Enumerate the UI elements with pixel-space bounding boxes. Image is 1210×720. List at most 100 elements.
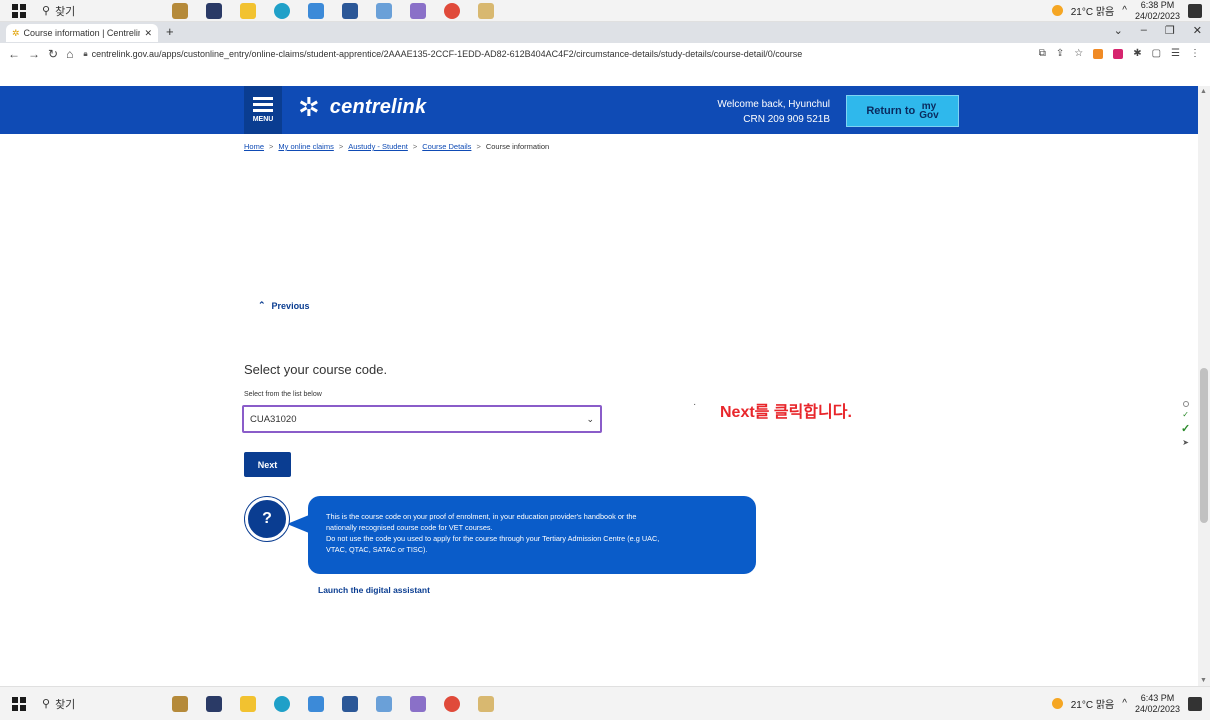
help-bubble: This is the course code on your proof of… — [308, 496, 756, 574]
launch-digital-assistant-link[interactable]: Launch the digital assistant — [318, 585, 430, 595]
clock[interactable]: 6:43 PM 24/02/2023 — [1135, 693, 1180, 715]
app-icon[interactable] — [376, 2, 392, 19]
task-view-icon[interactable] — [206, 695, 222, 712]
extension-icon[interactable] — [1113, 48, 1124, 59]
return-to-mygov-button[interactable]: Return to my Gov — [846, 95, 959, 127]
app-icon[interactable] — [410, 695, 426, 712]
hamburger-icon — [253, 97, 273, 112]
selected-value: CUA31020 — [250, 413, 297, 425]
breadcrumb-separator: > — [476, 142, 481, 151]
help-line: This is the course code on your proof of… — [326, 512, 637, 521]
help-bubble-tail — [287, 515, 309, 533]
extension-icons: ⧉ ⇪ ☆ ✱ ▢ ☰ ⋮ — [1039, 48, 1200, 59]
reload-icon[interactable]: ↻ — [48, 47, 58, 61]
file-explorer-icon[interactable] — [240, 2, 256, 19]
tray-chevron-icon[interactable]: ^ — [1122, 698, 1127, 709]
extensions-puzzle-icon[interactable]: ✱ — [1133, 48, 1141, 59]
home-icon[interactable]: ⌂ — [66, 47, 73, 61]
chrome-icon[interactable] — [444, 695, 460, 712]
settings-icon[interactable] — [308, 2, 324, 19]
back-icon[interactable]: ← — [8, 47, 20, 61]
help-line: nationally recognised course code for VE… — [326, 523, 493, 532]
app-icon[interactable] — [376, 695, 392, 712]
file-explorer-icon[interactable] — [240, 695, 256, 712]
windows-start-icon[interactable] — [12, 3, 26, 18]
edge-icon[interactable] — [274, 695, 290, 712]
menu-button[interactable]: MENU — [244, 86, 282, 134]
taskbar-search[interactable]: ⚲ 찾기 — [42, 3, 75, 19]
centrelink-favicon-icon: ✲ — [12, 27, 20, 38]
profile-icon[interactable]: ☰ — [1171, 48, 1180, 59]
circle-icon[interactable] — [1182, 401, 1189, 407]
close-tab-icon[interactable]: ✕ — [144, 28, 152, 39]
site-header: MENU ✲ centrelink Welcome back, Hyunchul… — [0, 86, 1198, 134]
weather-icon — [1051, 5, 1063, 16]
translate-icon[interactable]: ⧉ — [1039, 48, 1046, 59]
breadcrumb-my-online-claims[interactable]: My online claims — [278, 142, 333, 151]
browser-tab[interactable]: ✲ Course information | Centrelink ✕ — [6, 24, 158, 42]
restore-icon[interactable]: ❐ — [1165, 24, 1175, 37]
edge-icon[interactable] — [274, 2, 290, 19]
welcome-message: Welcome back, Hyunchul CRN 209 909 521B — [690, 97, 830, 127]
scroll-up-icon[interactable]: ▲ — [1200, 88, 1207, 95]
breadcrumb-current: Course information — [485, 142, 550, 151]
scroll-thumb[interactable] — [1200, 368, 1208, 523]
url-field[interactable]: 🔒︎ centrelink.gov.au/apps/custonline_ent… — [83, 49, 802, 59]
settings-icon[interactable] — [308, 695, 324, 712]
breadcrumb-home[interactable]: Home — [244, 142, 264, 151]
extension-icon[interactable] — [1093, 48, 1104, 59]
page-scrollbar[interactable]: ▲ ▼ — [1198, 86, 1210, 686]
browser-menu-icon[interactable]: ⋮ — [1190, 48, 1200, 59]
check-icon[interactable]: ✓ — [1182, 410, 1189, 419]
next-button[interactable]: Next — [244, 452, 291, 477]
centrelink-star-icon: ✲ — [298, 92, 320, 122]
logo-text: centrelink — [329, 95, 427, 118]
notification-icon[interactable] — [1188, 3, 1202, 18]
task-view-icon[interactable] — [206, 2, 222, 19]
weather-text: 21°C 맑음 — [1070, 700, 1115, 711]
close-window-icon[interactable]: ✕ — [1193, 24, 1202, 37]
scroll-down-icon[interactable]: ▼ — [1200, 677, 1207, 684]
taskbar-app-icon[interactable] — [172, 2, 188, 19]
share-icon[interactable]: ⇪ — [1056, 48, 1064, 59]
breadcrumb-separator: > — [269, 142, 274, 151]
course-code-select[interactable]: CUA31020 ⌄ — [242, 405, 602, 433]
new-tab-button[interactable]: + — [166, 24, 174, 39]
breadcrumb-course-details[interactable]: Course Details — [422, 142, 471, 151]
crn-number: CRN 209 909 521B — [743, 114, 830, 125]
question-heading: Select your course code. — [244, 362, 388, 377]
system-tray: 21°C 맑음 ^ 6:38 PM 24/02/2023 — [1051, 0, 1202, 22]
bookmark-star-icon[interactable]: ☆ — [1074, 48, 1083, 59]
tab-search-icon[interactable]: ⌄ — [1114, 24, 1123, 37]
taskbar-app-icon[interactable] — [172, 695, 188, 712]
mygov-bottom: Gov — [919, 110, 939, 121]
side-panel-icon[interactable]: ▢ — [1152, 48, 1161, 59]
chrome-icon[interactable] — [444, 2, 460, 19]
taskbar-search-label: 찾기 — [55, 698, 76, 711]
mygov-logo: my Gov — [919, 102, 939, 121]
clock-time: 6:38 PM — [1140, 0, 1175, 10]
check-bold-icon[interactable]: ✓ — [1181, 422, 1190, 435]
app-icon[interactable] — [478, 695, 494, 712]
address-bar-row: ← → ↻ ⌂ 🔒︎ centrelink.gov.au/apps/custon… — [0, 43, 1210, 64]
chevron-down-icon: ⌄ — [586, 413, 594, 424]
clock[interactable]: 6:38 PM 24/02/2023 — [1135, 0, 1180, 22]
windows-start-icon[interactable] — [12, 696, 26, 711]
minimize-icon[interactable]: – — [1141, 24, 1147, 37]
app-icon[interactable] — [478, 2, 494, 19]
tray-chevron-icon[interactable]: ^ — [1122, 5, 1127, 16]
forward-icon[interactable]: → — [28, 47, 40, 61]
taskbar-search[interactable]: ⚲ 찾기 — [42, 696, 75, 712]
centrelink-logo[interactable]: ✲ centrelink — [298, 94, 426, 120]
send-icon[interactable]: ➤ — [1182, 438, 1189, 447]
app-icon[interactable] — [410, 2, 426, 19]
clock-date: 24/02/2023 — [1134, 703, 1180, 714]
word-icon[interactable] — [342, 2, 358, 19]
notification-icon[interactable] — [1188, 696, 1202, 711]
select-label: Select from the list below — [244, 391, 322, 398]
clock-time: 6:43 PM — [1140, 692, 1175, 703]
breadcrumb-austudy[interactable]: Austudy - Student — [348, 142, 408, 151]
previous-button[interactable]: ⌃ Previous — [258, 300, 310, 311]
word-icon[interactable] — [342, 695, 358, 712]
help-book-icon: ? — [245, 497, 289, 541]
